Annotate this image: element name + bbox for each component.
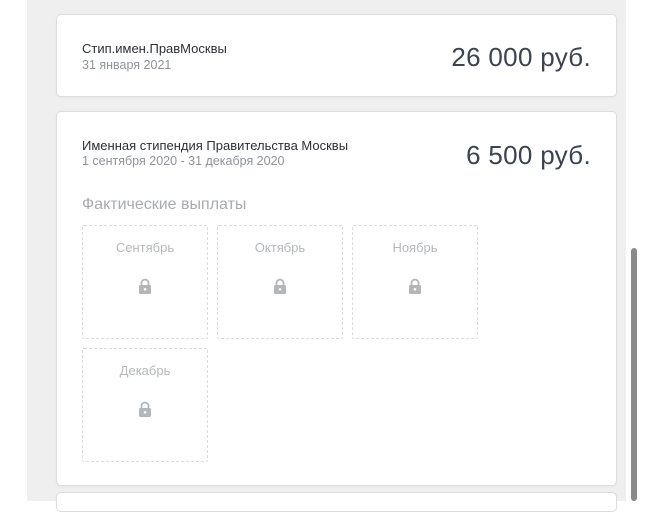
month-label: Октябрь xyxy=(254,240,306,255)
month-label: Ноябрь xyxy=(392,240,438,255)
scholarship-card-partial xyxy=(56,492,617,512)
payments-section-title: Фактические выплаты xyxy=(82,196,247,213)
scholarship-title: Именная стипендия Правительства Москвы xyxy=(82,138,349,153)
month-tile-november: Ноябрь xyxy=(352,225,478,339)
lock-icon xyxy=(409,278,421,294)
lock-icon xyxy=(139,278,151,294)
scholarship-card: Стип.имен.ПравМосквы 31 января 2021 26 0… xyxy=(56,14,617,97)
scholarship-amount: 26 000 руб. xyxy=(451,42,591,72)
scrollbar-thumb[interactable] xyxy=(631,248,637,501)
month-tile-september: Сентябрь xyxy=(82,225,208,339)
scholarship-date: 31 января 2021 xyxy=(82,58,172,72)
month-label: Сентябрь xyxy=(115,240,175,255)
scholarship-date: 1 сентября 2020 - 31 декабря 2020 xyxy=(82,154,285,168)
month-label: Декабрь xyxy=(119,363,171,378)
left-margin xyxy=(0,0,27,501)
month-tile-december: Декабрь xyxy=(82,348,208,462)
scholarship-card: Именная стипендия Правительства Москвы 1… xyxy=(56,111,617,486)
month-tile-october: Октябрь xyxy=(217,225,343,339)
lock-icon xyxy=(139,401,151,417)
scholarship-title: Стип.имен.ПравМосквы xyxy=(82,41,227,56)
lock-icon xyxy=(274,278,286,294)
scholarship-amount: 6 500 руб. xyxy=(466,140,591,170)
